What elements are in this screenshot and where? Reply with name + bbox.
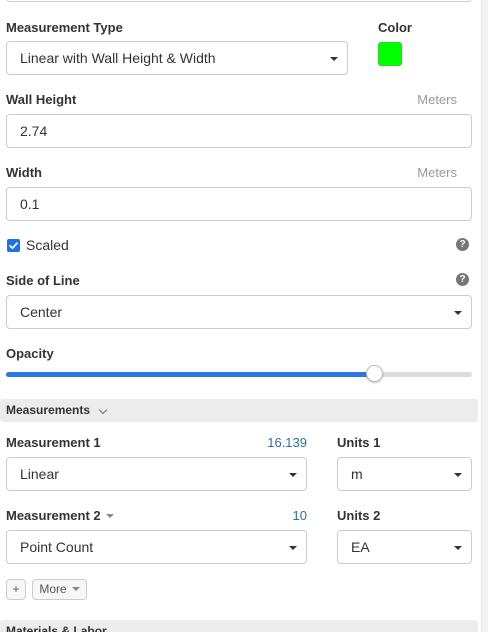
- measurement-type-select[interactable]: Linear with Wall Height & Width: [6, 41, 348, 75]
- chevron-down-icon: [289, 473, 297, 477]
- units-2-value: EA: [351, 539, 370, 555]
- measurement-1-label: Measurement 1: [6, 435, 101, 450]
- chevron-down-icon: [454, 473, 462, 477]
- scrollbar[interactable]: [481, 0, 488, 632]
- chevron-down-icon: [289, 546, 297, 550]
- measurement-1-type-value: Linear: [20, 466, 59, 482]
- more-button-label: More: [39, 582, 67, 596]
- width-label: Width: [6, 165, 42, 180]
- units-2-label: Units 2: [337, 508, 381, 523]
- measurement-2-label[interactable]: Measurement 2: [6, 508, 114, 523]
- opacity-label: Opacity: [6, 346, 54, 361]
- scaled-label[interactable]: Scaled: [26, 237, 69, 253]
- measurement-2-label-text: Measurement 2: [6, 508, 101, 523]
- measurement-type-label: Measurement Type: [6, 20, 123, 35]
- units-1-value: m: [351, 466, 363, 482]
- measurement-2-type-select[interactable]: Point Count: [6, 530, 307, 564]
- check-icon: [9, 242, 18, 250]
- measurements-section-title: Measurements: [6, 403, 91, 417]
- measurement-2-type-value: Point Count: [20, 539, 94, 555]
- measurement-1-value: 16.139: [267, 435, 307, 450]
- side-of-line-value: Center: [20, 304, 63, 320]
- wall-height-label: Wall Height: [6, 92, 77, 107]
- help-icon[interactable]: ?: [456, 238, 469, 251]
- measurement-2-value: 10: [292, 508, 307, 523]
- caret-down-icon: [105, 513, 114, 518]
- opacity-slider-track[interactable]: [6, 372, 472, 377]
- opacity-slider-thumb[interactable]: [365, 365, 383, 382]
- opacity-slider-fill: [6, 372, 375, 377]
- units-1-select[interactable]: m: [337, 457, 472, 491]
- scaled-checkbox[interactable]: [7, 239, 20, 252]
- caret-down-icon: [71, 586, 80, 591]
- properties-panel: Measurement Type Linear with Wall Height…: [0, 0, 488, 632]
- more-button[interactable]: More: [32, 579, 87, 600]
- wall-height-unit: Meters: [417, 92, 457, 107]
- measurement-type-value: Linear with Wall Height & Width: [20, 50, 216, 66]
- color-label: Color: [378, 20, 412, 35]
- chevron-down-icon: [454, 546, 462, 550]
- measurements-section-header[interactable]: Measurements: [0, 399, 478, 422]
- width-unit: Meters: [417, 165, 457, 180]
- width-input[interactable]: 0.1: [6, 187, 472, 221]
- chevron-down-icon: [454, 311, 462, 315]
- units-2-select[interactable]: EA: [337, 530, 472, 564]
- side-of-line-select[interactable]: Center: [6, 295, 472, 329]
- materials-section-title: Materials & Labor: [6, 624, 107, 632]
- help-icon[interactable]: ?: [456, 273, 469, 286]
- chevron-down-icon: [330, 57, 338, 61]
- materials-section-title-text: Materials & Labor: [6, 624, 107, 632]
- previous-field-edge: [6, 0, 472, 2]
- add-measurement-button[interactable]: +: [6, 579, 26, 600]
- wall-height-input[interactable]: 2.74: [6, 114, 472, 148]
- side-of-line-label: Side of Line: [6, 273, 80, 288]
- measurement-1-type-select[interactable]: Linear: [6, 457, 307, 491]
- units-1-label: Units 1: [337, 435, 381, 450]
- color-swatch[interactable]: [378, 42, 402, 66]
- chevron-down-icon: [98, 405, 108, 415]
